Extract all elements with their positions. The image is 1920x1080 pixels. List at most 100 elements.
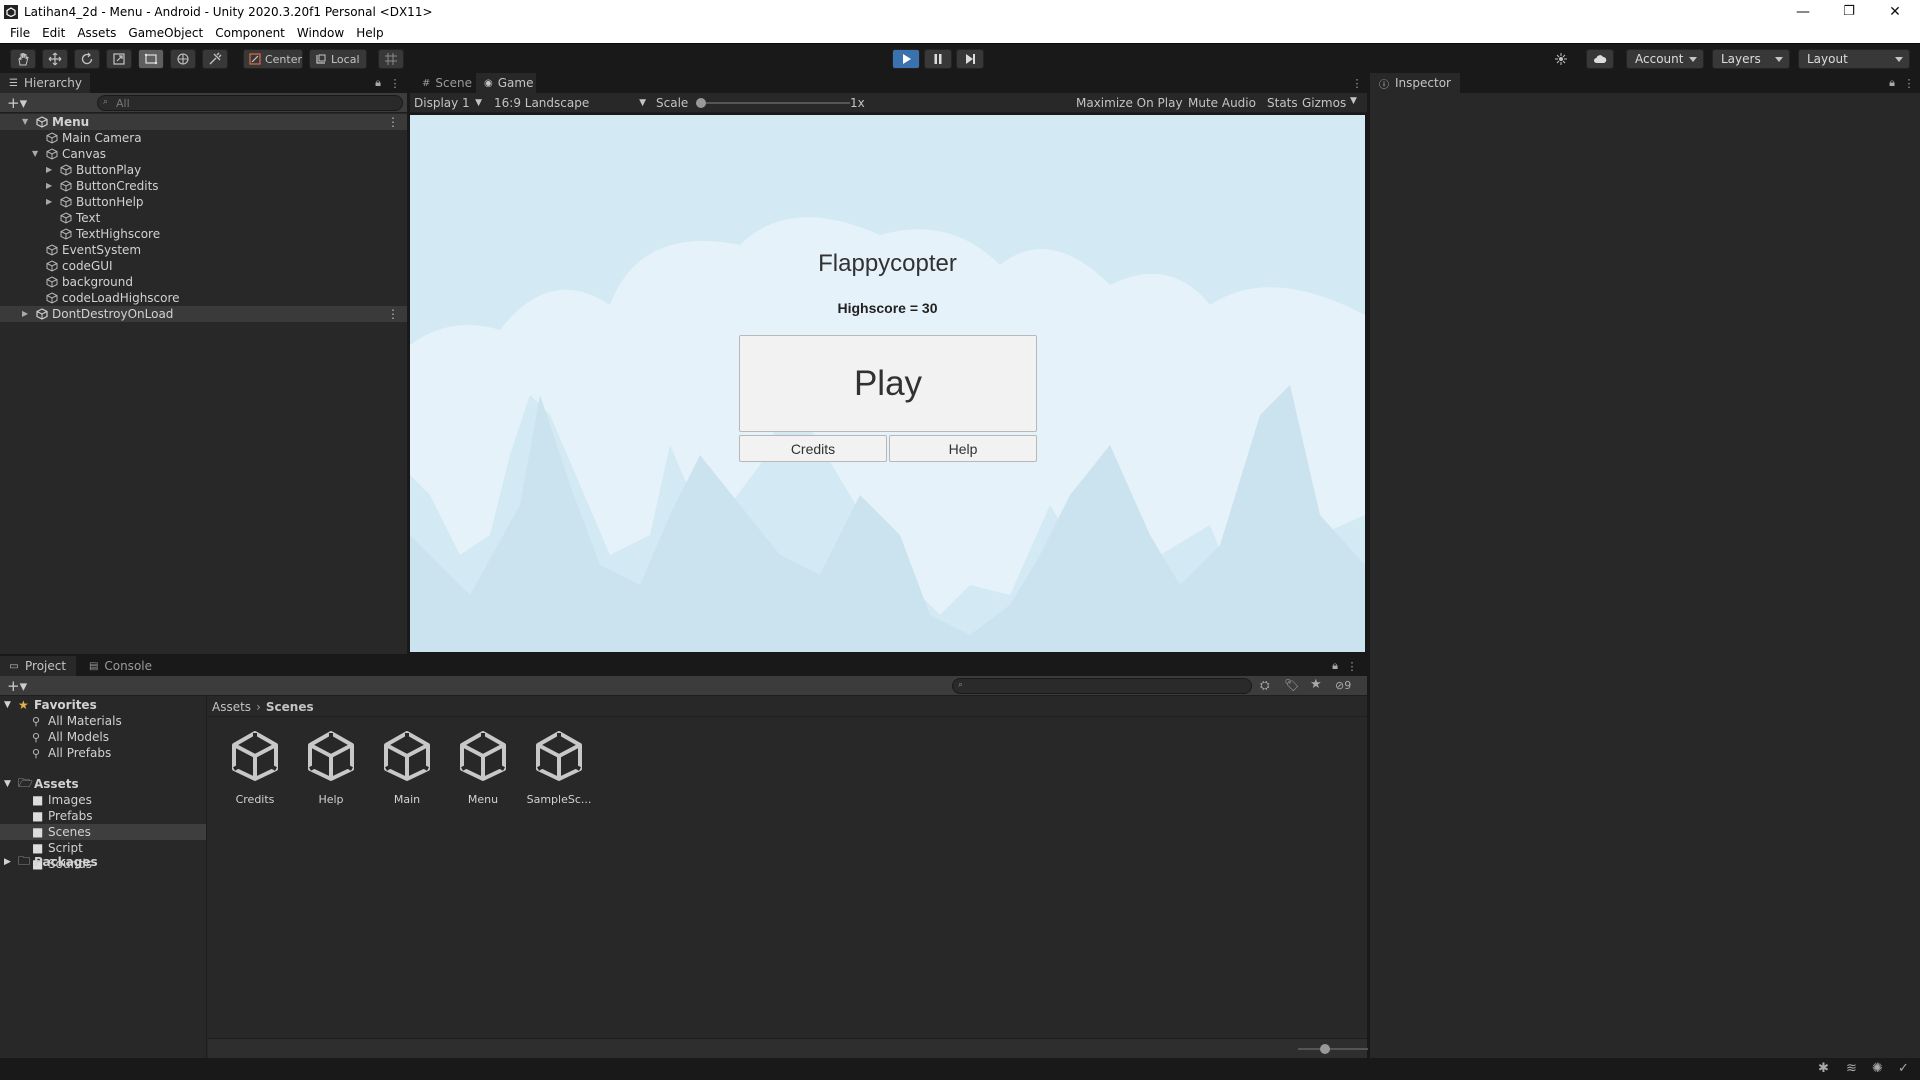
favorites-folder[interactable]: ▼ ★ Favorites [0, 697, 206, 713]
chevron-right-icon[interactable]: ▶ [22, 309, 32, 319]
bug-icon[interactable]: ✱ [1818, 1061, 1829, 1076]
pivot-center-toggle[interactable]: Center [243, 49, 303, 69]
scene-menu-icon[interactable]: ⋮ [387, 115, 399, 129]
lock-icon[interactable]: 🔒︎ [1885, 76, 1899, 90]
asset-folder-item[interactable]: ■ Images [0, 792, 206, 808]
tab-game[interactable]: ◉ Game [476, 73, 536, 93]
hierarchy-object-row[interactable]: background [0, 274, 407, 290]
scene-asset[interactable]: Help [296, 729, 366, 809]
menu-component[interactable]: Component [209, 26, 291, 40]
hierarchy-scene-row[interactable]: ▼ Menu ⋮ [0, 114, 407, 130]
play-button[interactable] [892, 49, 920, 69]
mute-audio-toggle[interactable]: Mute Audio [1184, 95, 1260, 111]
credits-button[interactable]: Credits [739, 435, 887, 462]
account-dropdown[interactable]: Account [1626, 49, 1704, 69]
chevron-down-icon[interactable]: ▼ [1350, 96, 1357, 106]
search-by-type-icon[interactable]: ⛭ [1260, 678, 1270, 693]
scene-asset[interactable]: Menu [448, 729, 518, 809]
stats-toggle[interactable]: Stats [1263, 95, 1302, 111]
tab-project[interactable]: ▭ Project [0, 656, 76, 676]
search-by-label-icon[interactable]: 🏷︎ [1284, 678, 1299, 692]
icon-size-slider-track[interactable] [1298, 1048, 1368, 1050]
auto-generate-lighting-icon[interactable]: ✺ [1872, 1061, 1883, 1076]
layout-dropdown[interactable]: Layout [1798, 49, 1910, 69]
hierarchy-object-row[interactable]: ▼ Canvas [0, 146, 407, 162]
hierarchy-object-row[interactable]: EventSystem [0, 242, 407, 258]
assets-folder[interactable]: ▼ 🗁︎ Assets [0, 776, 206, 792]
cloud-services-button[interactable] [1586, 49, 1614, 69]
layers-dropdown[interactable]: Layers [1712, 49, 1790, 69]
scene-asset[interactable]: Main [372, 729, 442, 809]
packages-folder[interactable]: ▶ 🗀︎ Packages [0, 854, 206, 870]
menu-help[interactable]: Help [350, 26, 389, 40]
scale-slider-track[interactable] [700, 102, 850, 104]
chevron-down-icon[interactable]: ▼ [32, 149, 42, 159]
hidden-packages-toggle[interactable]: ⊘9 [1335, 679, 1351, 692]
aspect-dropdown[interactable]: 16:9 Landscape ▼ [490, 95, 650, 111]
add-icon[interactable]: +▾ [7, 94, 27, 112]
lock-icon[interactable]: 🔒︎ [371, 76, 385, 90]
tab-console[interactable]: ▤ Console [80, 656, 160, 676]
chevron-right-icon[interactable]: ▶ [46, 181, 56, 191]
chevron-right-icon[interactable]: ▶ [4, 857, 11, 867]
pause-button[interactable] [924, 49, 952, 69]
minimize-button[interactable]: — [1780, 0, 1826, 23]
chevron-right-icon[interactable]: ▶ [46, 197, 56, 207]
favorite-item[interactable]: ⚲ All Models [0, 729, 206, 745]
transform-tool-button[interactable] [170, 49, 196, 69]
gizmos-toggle[interactable]: Gizmos [1298, 95, 1350, 111]
menu-file[interactable]: File [4, 26, 36, 40]
menu-assets[interactable]: Assets [71, 26, 122, 40]
hierarchy-object-row[interactable]: ▶ ButtonPlay [0, 162, 407, 178]
chevron-right-icon[interactable]: ▶ [46, 165, 56, 175]
scale-tool-button[interactable] [106, 49, 132, 69]
project-search-input[interactable]: ⌕ [952, 678, 1252, 694]
hierarchy-object-row[interactable]: Text [0, 210, 407, 226]
panel-menu-icon[interactable]: ⋮ [1350, 76, 1364, 90]
move-tool-button[interactable] [42, 49, 68, 69]
hierarchy-object-row[interactable]: Main Camera [0, 130, 407, 146]
asset-folder-item[interactable]: ■ Scenes [0, 824, 206, 840]
chevron-down-icon[interactable]: ▼ [4, 779, 11, 789]
scene-asset[interactable]: Credits [220, 729, 290, 809]
tab-hierarchy[interactable]: ☰ Hierarchy [0, 73, 90, 93]
panel-menu-icon[interactable]: ⋮ [388, 76, 402, 90]
icon-size-slider-handle[interactable] [1320, 1044, 1330, 1054]
scene-asset[interactable]: SampleSc... [524, 729, 594, 809]
pivot-local-toggle[interactable]: Local [309, 49, 367, 69]
play-game-button[interactable]: Play [739, 335, 1037, 432]
restore-button[interactable]: ❐ [1826, 0, 1872, 23]
maximize-on-play-toggle[interactable]: Maximize On Play [1072, 95, 1187, 111]
help-button[interactable]: Help [889, 435, 1037, 462]
scene-menu-icon[interactable]: ⋮ [387, 307, 399, 321]
tab-inspector[interactable]: ⓘ Inspector [1370, 73, 1460, 93]
menu-gameobject[interactable]: GameObject [122, 26, 209, 40]
rotate-tool-button[interactable] [74, 49, 100, 69]
menu-window[interactable]: Window [291, 26, 350, 40]
lock-icon[interactable]: 🔒︎ [1328, 659, 1342, 673]
hierarchy-search-input[interactable]: ⌕ All [97, 95, 403, 111]
hierarchy-object-row[interactable]: ▶ ButtonHelp [0, 194, 407, 210]
custom-tool-button[interactable] [202, 49, 228, 69]
check-icon[interactable]: ✓ [1898, 1061, 1909, 1076]
favorite-item[interactable]: ⚲ All Materials [0, 713, 206, 729]
display-dropdown[interactable]: Display 1 ▼ [410, 95, 486, 111]
hierarchy-object-row[interactable]: ▶ ButtonCredits [0, 178, 407, 194]
hierarchy-scene-row[interactable]: ▶ DontDestroyOnLoad ⋮ [0, 306, 407, 322]
panel-menu-icon[interactable]: ⋮ [1902, 76, 1916, 90]
game-viewport[interactable]: Flappycopter Highscore = 30 Play Credits… [410, 115, 1365, 652]
step-button[interactable] [956, 49, 984, 69]
hierarchy-object-row[interactable]: TextHighscore [0, 226, 407, 242]
menu-edit[interactable]: Edit [36, 26, 71, 40]
add-icon[interactable]: +▾ [7, 677, 27, 695]
asset-folder-item[interactable]: ■ Prefabs [0, 808, 206, 824]
breadcrumb-assets[interactable]: Assets [212, 700, 251, 714]
progress-icon[interactable]: ≋ [1846, 1061, 1857, 1076]
hierarchy-object-row[interactable]: codeGUI [0, 258, 407, 274]
rect-tool-button[interactable] [138, 49, 164, 69]
favorite-star-icon[interactable]: ★ [1310, 677, 1322, 692]
hierarchy-object-row[interactable]: codeLoadHighscore [0, 290, 407, 306]
chevron-down-icon[interactable]: ▼ [4, 700, 11, 710]
scale-slider-handle[interactable] [696, 98, 706, 108]
chevron-down-icon[interactable]: ▼ [22, 117, 32, 127]
